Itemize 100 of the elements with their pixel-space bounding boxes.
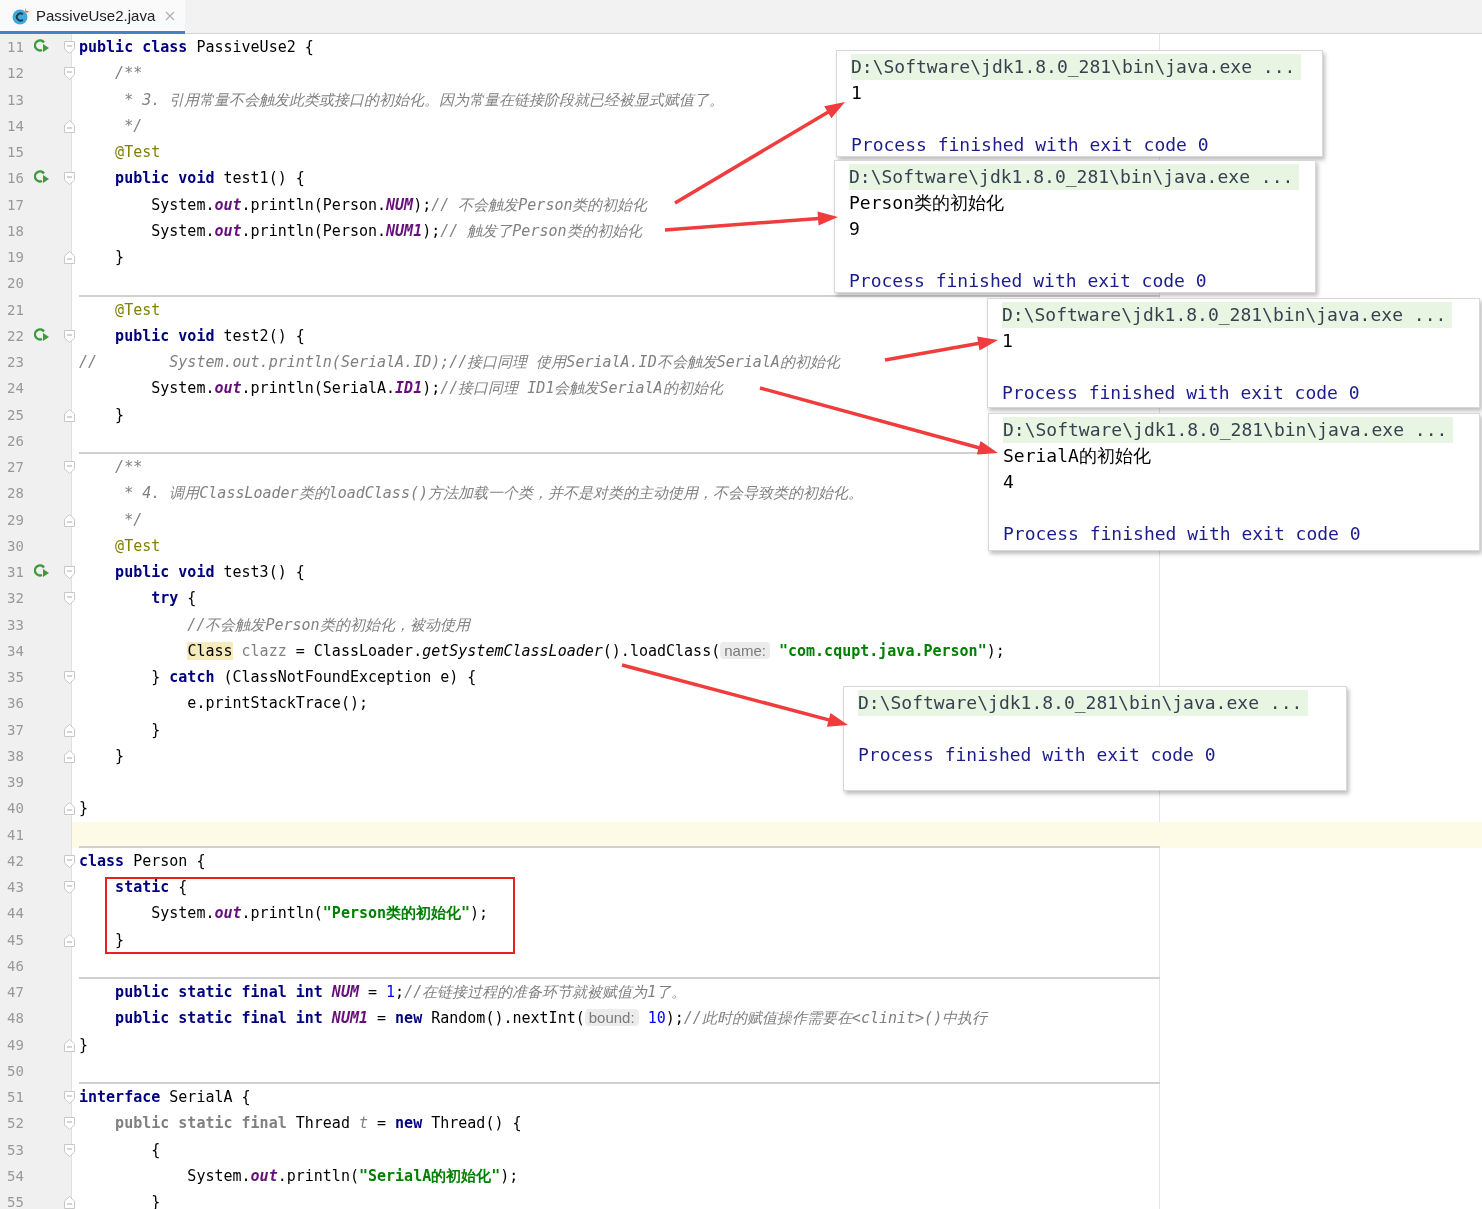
fold-icon[interactable]: [64, 933, 75, 947]
code-line: }: [150, 1192, 161, 1209]
code-line: System.out.println("Person类的初始化");: [150, 903, 489, 924]
line-number: 44: [7, 904, 24, 923]
code-line: public void test1() {: [114, 168, 305, 189]
line-number: 36: [7, 694, 24, 713]
line-number: 51: [7, 1088, 24, 1106]
line-number: 20: [7, 274, 24, 293]
fold-icon[interactable]: [64, 41, 75, 54]
fold-icon[interactable]: [64, 1143, 75, 1157]
console-output: 1: [851, 82, 862, 103]
line-number: 47: [7, 983, 24, 1001]
code-line: System.out.println(Person.NUM1);// 触发了Person类的初始化: [150, 220, 642, 241]
code-line: }: [79, 1034, 89, 1055]
code-line: @Test: [114, 142, 161, 162]
code-line: * 3. 引用常量不会触发此类或接口的初始化。因为常量在链接阶段就已经被显式赋值了。: [123, 89, 725, 110]
code-line: interface SerialA {: [79, 1087, 251, 1107]
console-exit-message: Process finished with exit code 0: [1002, 382, 1360, 403]
code-line: public void test2() {: [114, 325, 305, 346]
fold-icon[interactable]: [64, 566, 75, 579]
fold-icon[interactable]: [64, 329, 75, 343]
fold-icon[interactable]: [64, 513, 75, 527]
fold-icon[interactable]: [64, 854, 75, 868]
code-line: }: [79, 798, 89, 819]
line-number: 19: [7, 248, 24, 266]
console-output: 4: [1003, 471, 1014, 492]
console-command: D:\Software\jdk1.8.0_281\bin\java.exe ...: [858, 690, 1309, 716]
fold-icon[interactable]: [64, 172, 75, 186]
code-line: e.printStackTrace();: [186, 693, 368, 714]
line-number: 43: [7, 878, 24, 896]
line-number: 30: [7, 536, 24, 555]
code-line: // System.out.println(SerialA.ID);//接口同理 使用SerialA.ID不会触发SerialA的初始化: [79, 352, 840, 372]
console-command: D:\Software\jdk1.8.0_281\bin\java.exe ...: [849, 164, 1300, 190]
code-line: public void test3() {: [114, 562, 305, 582]
line-number: 17: [7, 195, 24, 214]
fold-icon[interactable]: [64, 1038, 75, 1052]
line-number: 46: [7, 956, 24, 975]
fold-icon[interactable]: [64, 592, 75, 606]
fold-icon[interactable]: [64, 1196, 75, 1209]
code-line: /**: [114, 457, 143, 477]
line-number: 16: [7, 169, 24, 188]
line-number: 11: [7, 38, 24, 56]
line-number: 41: [7, 825, 24, 844]
fold-icon[interactable]: [64, 461, 75, 474]
line-number: 24: [7, 379, 24, 398]
console-exit-message: Process finished with exit code 0: [1003, 523, 1361, 544]
fold-icon[interactable]: [64, 119, 75, 133]
code-line: }: [114, 929, 125, 950]
fold-icon[interactable]: [64, 1117, 75, 1131]
line-number: 49: [7, 1035, 24, 1054]
line-number: 15: [7, 143, 24, 161]
code-line: }: [150, 719, 161, 740]
run-icon[interactable]: [34, 39, 50, 53]
line-number: 39: [7, 773, 24, 791]
fold-icon[interactable]: [64, 1091, 75, 1104]
code-line: class Person {: [79, 850, 206, 871]
code-line: /**: [114, 63, 143, 84]
line-number: 32: [7, 589, 24, 608]
fold-icon[interactable]: [64, 67, 75, 81]
console-exit-message: Process finished with exit code 0: [851, 134, 1209, 155]
line-number: 40: [7, 799, 24, 818]
line-number: 52: [7, 1114, 24, 1133]
code-line: System.out.println(Person.NUM);// 不会触发Person类的初始化: [150, 194, 648, 215]
fold-icon[interactable]: [64, 723, 75, 737]
code-line: Class clazz = ClassLoader.getSystemClassLoader().loadClass( name: "com.cqupt.java.Person");: [186, 640, 1005, 661]
fold-icon[interactable]: [64, 251, 75, 264]
console-output: Person类的初始化: [849, 192, 1005, 213]
code-line: * 4. 调用ClassLoader类的loadClass()方法加载一个类，并不是对类的主动使用，不会导致类的初始化。: [123, 483, 863, 504]
fold-icon[interactable]: [64, 802, 75, 816]
code-line: */: [123, 115, 143, 136]
console-command: D:\Software\jdk1.8.0_281\bin\java.exe ...: [1002, 302, 1453, 328]
fold-icon[interactable]: [64, 671, 75, 684]
code-line: System.out.println(SerialA.ID1);//接口同理 ID1会触发SerialA的初始化: [150, 378, 723, 399]
line-number: 25: [7, 405, 24, 424]
line-number: 53: [7, 1140, 24, 1159]
console-exit-message: Process finished with exit code 0: [858, 744, 1216, 765]
run-icon[interactable]: [34, 564, 50, 578]
editor-tab[interactable]: PassiveUse2.java: [0, 0, 186, 34]
run-icon[interactable]: [34, 170, 50, 185]
fold-icon[interactable]: [64, 881, 75, 894]
code-line: @Test: [114, 535, 161, 556]
code-line: public class PassiveUse2 {: [79, 37, 314, 57]
line-number: 35: [7, 668, 24, 686]
line-number: 55: [7, 1193, 24, 1209]
fold-icon[interactable]: [64, 408, 75, 422]
console-command: D:\Software\jdk1.8.0_281\bin\java.exe ...: [851, 54, 1302, 80]
line-number: 54: [7, 1166, 24, 1185]
line-number: 42: [7, 851, 24, 870]
fold-icon[interactable]: [64, 749, 75, 763]
console-output: SerialA的初始化: [1003, 445, 1151, 466]
run-icon[interactable]: [34, 327, 50, 342]
code-line: } catch (ClassNotFoundException e) {: [150, 667, 477, 687]
close-icon[interactable]: [165, 10, 176, 21]
code-line: public static final int NUM = 1;//在链接过程的准备环节就被赋值为1了。: [114, 982, 687, 1002]
line-number: 31: [7, 563, 24, 581]
line-number: 33: [7, 615, 24, 634]
code-line: @Test: [114, 299, 161, 320]
line-number: 22: [7, 326, 24, 345]
line-number: 18: [7, 221, 24, 240]
line-number: 14: [7, 116, 24, 135]
